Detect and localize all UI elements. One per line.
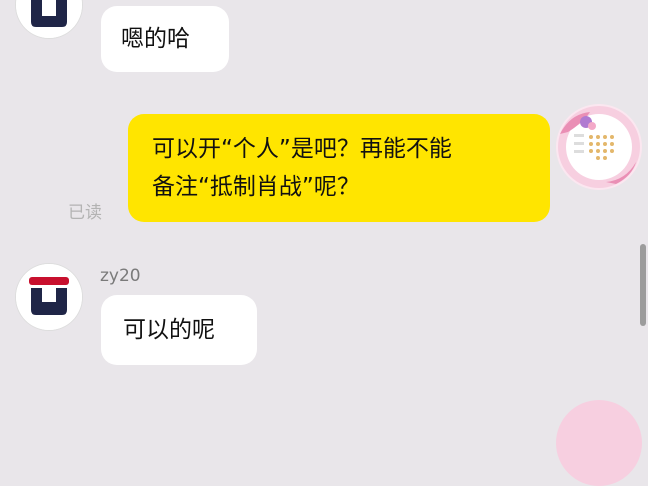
message-bubble-outgoing[interactable]: 可以开“个人”是吧？再能不能 备注“抵制肖战”呢？ (128, 114, 550, 222)
read-status: 已读 (68, 203, 102, 223)
pink-frame-avatar-icon (558, 106, 640, 188)
message-bubble[interactable]: 可以的呢 (101, 295, 257, 365)
message-text: 可以开“个人”是吧？再能不能 备注“抵制肖战”呢？ (152, 136, 452, 200)
message-bubble[interactable]: 嗯的哈 (101, 6, 229, 72)
message-text: 可以的呢 (123, 317, 215, 343)
fila-logo-icon (16, 264, 82, 330)
self-avatar[interactable] (556, 104, 642, 190)
self-avatar-partial[interactable] (556, 400, 642, 486)
message-text: 嗯的哈 (121, 26, 190, 52)
contact-avatar[interactable] (16, 264, 82, 330)
fila-logo-icon (16, 0, 82, 38)
contact-avatar-top[interactable] (16, 0, 82, 38)
sender-name: zy20 (100, 266, 141, 286)
scrollbar-thumb[interactable] (640, 244, 646, 326)
